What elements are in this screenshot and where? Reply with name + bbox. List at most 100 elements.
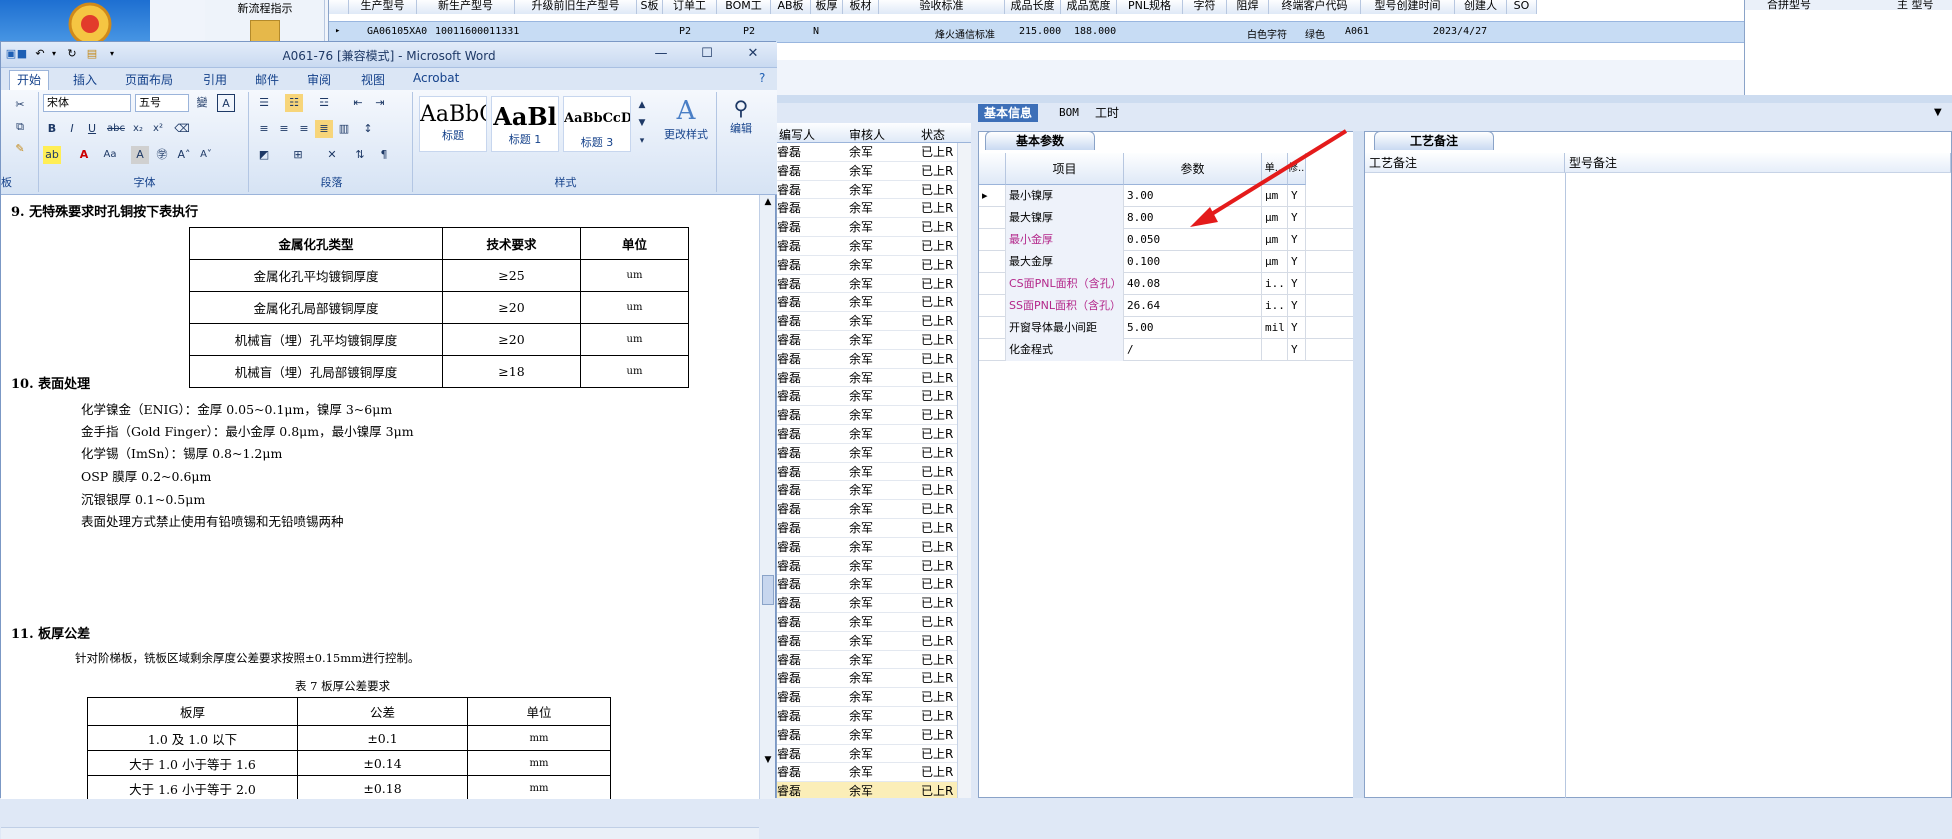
grid-header[interactable]: 成品宽度 (1061, 0, 1117, 14)
grow-font-icon[interactable]: A˄ (175, 146, 193, 164)
param-name[interactable]: 最大镍厚 (1006, 207, 1124, 229)
styles-scroll-up-icon[interactable]: ▲ (633, 96, 651, 114)
craft-note-header[interactable]: 工艺备注 (1365, 153, 1565, 173)
list-item[interactable]: 睿磊 余军 已上R (777, 275, 957, 294)
grid-cell[interactable]: 10011600011331 (435, 26, 519, 37)
list-item[interactable]: 睿磊 余军 已上R (777, 613, 957, 632)
param-header-item[interactable]: 项目 (1006, 153, 1124, 185)
document-body[interactable]: 9. 无特殊要求时孔铜按下表执行 金属化孔类型 技术要求 单位 金属化孔平均镀铜… (1, 195, 759, 799)
grid-cell[interactable]: 白色字符 (1247, 26, 1287, 41)
grid-cell[interactable]: A061 (1345, 26, 1369, 37)
list-item[interactable]: 睿磊 余军 已上R (777, 519, 957, 538)
thickness-table[interactable]: 板厚 公差 单位 1.0 及 1.0 以下 ±0.1 mm 大于 1.0 小于等于 1… (87, 697, 611, 799)
param-flag[interactable]: Y (1288, 229, 1306, 251)
change-case-icon[interactable]: Aa (101, 146, 119, 164)
bold-icon[interactable]: B (43, 120, 61, 138)
superscript-icon[interactable]: x² (149, 120, 167, 138)
show-marks-icon[interactable]: ¶ (375, 146, 393, 164)
enclose-char-icon[interactable]: ㊫ (153, 146, 171, 164)
param-unit[interactable]: μm (1262, 251, 1288, 273)
shading-icon[interactable]: ◩ (255, 146, 273, 164)
table-row[interactable]: ▸ GA06105XA0 10011600011331 P2 P2 N 烽火通信… (329, 21, 1745, 43)
list-item[interactable]: 睿磊 余军 已上R (777, 237, 957, 256)
decrease-indent-icon[interactable]: ⇤ (349, 94, 367, 112)
grid-header[interactable]: AB板 (771, 0, 811, 14)
param-unit[interactable]: i... (1262, 273, 1288, 295)
review-list[interactable]: 编写人 审核人 状态 睿磊 余军 已上R 睿磊 余军 已上R 睿磊 余军 已上R 睿磊 余军 已上R 睿… (776, 123, 972, 798)
grid-cell[interactable]: N (813, 26, 819, 37)
merge-model-panel[interactable]: 合拼型号 主 型号 (1744, 0, 1952, 95)
tab-acrobat[interactable]: Acrobat (413, 71, 459, 85)
grid-header[interactable]: PNL规格 (1117, 0, 1183, 14)
row-indicator-icon[interactable]: ▸ (979, 185, 1006, 207)
style-title[interactable]: AaBbC 标题 (419, 96, 487, 152)
list-item[interactable]: 睿磊 余军 已上R (777, 387, 957, 407)
col-status[interactable]: 状态 (921, 126, 945, 143)
underline-icon[interactable]: U (83, 120, 101, 138)
char-shading-icon[interactable]: A (131, 146, 149, 164)
phonetic-guide-icon[interactable]: 變 (193, 94, 211, 112)
grid-header[interactable]: BOM工 (717, 0, 771, 14)
char-border-icon[interactable]: A (217, 94, 235, 112)
bullets-icon[interactable]: ☰ (255, 94, 273, 112)
grid-cell[interactable]: P2 (743, 26, 755, 37)
dropdown-arrow-icon[interactable]: ▼ (1928, 104, 1948, 122)
param-unit[interactable]: μm (1262, 229, 1288, 251)
tab-work-hours[interactable]: 工时 (1089, 104, 1125, 122)
param-flag[interactable]: Y (1288, 317, 1306, 339)
list-item[interactable]: 睿磊 余军 已上R (777, 181, 957, 200)
param-name[interactable]: 最大金厚 (1006, 251, 1124, 273)
grid-cell[interactable]: GA06105XA0 (367, 26, 427, 37)
italic-icon[interactable]: I (63, 120, 81, 138)
grid-header[interactable]: 升级前旧生产型号 (515, 0, 637, 14)
list-item[interactable]: 睿磊 余军 已上R (777, 651, 957, 670)
styles-scroll-down-icon[interactable]: ▼ (633, 114, 651, 132)
increase-indent-icon[interactable]: ⇥ (371, 94, 389, 112)
list-item[interactable]: 睿磊 余军 已上R (777, 538, 957, 557)
list-item[interactable]: 睿磊 余军 已上R (777, 575, 957, 595)
numbering-icon[interactable]: ☷ (285, 94, 303, 112)
list-item[interactable]: 睿磊 余军 已上R (777, 369, 957, 388)
list-item[interactable]: 睿磊 余军 已上R (777, 350, 957, 369)
scrollbar[interactable] (957, 143, 972, 798)
list-item[interactable]: 睿磊 余军 已上R (777, 782, 957, 798)
param-value[interactable]: 0.050 (1124, 229, 1262, 251)
style-heading-3[interactable]: AaBbCcDc 标题 3 (563, 96, 631, 152)
style-heading-1[interactable]: AaBl 标题 1 (491, 96, 559, 152)
row-indicator-icon[interactable] (979, 273, 1006, 295)
param-flag[interactable]: Y (1288, 273, 1306, 295)
row-indicator-icon[interactable] (979, 251, 1006, 273)
font-name-combo[interactable]: 宋体 (43, 94, 131, 112)
tab-references[interactable]: 引用 (203, 71, 227, 88)
align-left-icon[interactable]: ≡ (255, 120, 273, 138)
plating-table[interactable]: 金属化孔类型 技术要求 单位 金属化孔平均镀铜厚度 ≥25 um 金属化孔局部镀铜厚度… (189, 227, 689, 388)
scroll-up-icon[interactable]: ▲ (762, 197, 774, 209)
col-writer[interactable]: 编写人 (779, 126, 815, 143)
param-row[interactable]: 化金程式 / Y (979, 339, 1353, 361)
param-row[interactable]: SS面PNL面积（含孔）26.64i...Y (979, 295, 1353, 317)
param-name[interactable]: 最小金厚 (1006, 229, 1124, 251)
tab-home[interactable]: 开始 (9, 70, 49, 90)
grid-cell[interactable]: 绿色 (1305, 26, 1325, 41)
list-item[interactable]: 睿磊 余军 已上R (777, 500, 957, 519)
param-unit[interactable]: i... (1262, 295, 1288, 317)
param-unit[interactable] (1262, 339, 1288, 361)
param-value[interactable]: / (1124, 339, 1262, 361)
cut-icon[interactable]: ✂ (11, 96, 29, 114)
font-color-icon[interactable]: A (75, 146, 93, 164)
list-item[interactable]: 睿磊 余军 已上R (777, 594, 957, 613)
param-flag[interactable]: Y (1288, 295, 1306, 317)
subscript-icon[interactable]: x₂ (129, 120, 147, 138)
grid-header[interactable]: 阻焊 (1227, 0, 1269, 14)
list-item[interactable]: 睿磊 余军 已上R (777, 143, 957, 162)
change-styles-button[interactable]: A 更改样式 (657, 96, 715, 160)
row-indicator-icon[interactable] (979, 317, 1006, 339)
param-name[interactable]: SS面PNL面积（含孔） (1006, 295, 1124, 317)
list-item[interactable]: 睿磊 余军 已上R (777, 331, 957, 350)
tab-page-layout[interactable]: 页面布局 (125, 71, 173, 88)
list-item[interactable]: 睿磊 余军 已上R (777, 199, 957, 219)
list-item[interactable]: 睿磊 余军 已上R (777, 688, 957, 707)
word-window[interactable]: ▣ ■ ↶ ▾ ↻ ▤ ▾ A061-76 [兼容模式] - Microsoft… (0, 41, 777, 839)
word-title-bar[interactable]: ▣ ■ ↶ ▾ ↻ ▤ ▾ A061-76 [兼容模式] - Microsoft… (1, 42, 777, 68)
grid-header[interactable]: S板 (637, 0, 663, 14)
